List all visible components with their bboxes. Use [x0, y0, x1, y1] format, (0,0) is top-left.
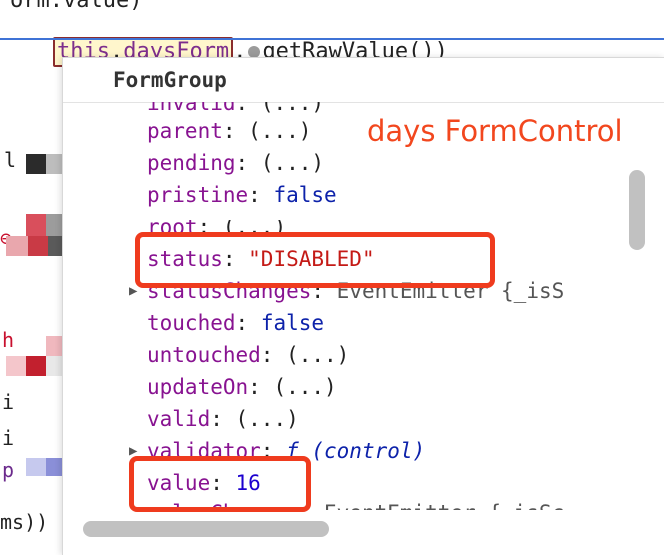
property-value: (...)	[286, 343, 350, 367]
property-row[interactable]: updateOn: (...)	[147, 372, 337, 402]
annotation-label: days FormControl	[367, 114, 623, 148]
property-key: invalid	[147, 91, 236, 115]
property-row[interactable]: parent: (...)	[147, 116, 311, 146]
property-value: (...)	[235, 407, 299, 431]
property-value: (...)	[260, 151, 325, 175]
property-row[interactable]: valid: (...)	[147, 404, 299, 434]
horizontal-scrollbar[interactable]	[83, 521, 329, 537]
property-key: parent	[147, 119, 223, 143]
code-fragment: p	[2, 458, 15, 482]
value-highlight-box	[129, 456, 311, 512]
property-value: false	[260, 311, 325, 335]
property-key: valid	[147, 407, 211, 431]
pixelated-block	[6, 356, 26, 376]
code-fragment: l	[4, 148, 17, 172]
pixelated-block	[26, 356, 46, 376]
code-fragment: ms))	[0, 510, 49, 534]
property-row[interactable]: pending: (...)	[147, 148, 324, 178]
object-inspector-popup[interactable]: FormGroup invalid: (...) parent: (...) p…	[62, 57, 664, 555]
property-key: pending	[147, 151, 236, 175]
pixelated-block	[28, 236, 48, 256]
pixelated-block	[26, 458, 46, 476]
property-row[interactable]: pristine: false	[147, 180, 337, 210]
property-row[interactable]: untouched: (...)	[147, 340, 349, 370]
property-value: EventEmitter {_isSc	[324, 501, 565, 525]
property-key: pristine	[147, 183, 249, 207]
pixelated-block	[6, 236, 28, 256]
code-fragment: i	[2, 390, 15, 414]
property-value: (...)	[248, 119, 312, 143]
property-value: false	[273, 183, 337, 207]
property-key: untouched	[147, 343, 261, 367]
pixelated-block	[26, 214, 46, 236]
code-fragment: i	[2, 426, 15, 450]
property-key: updateOn	[147, 375, 249, 399]
pixelated-block	[26, 154, 46, 174]
property-key: touched	[147, 311, 236, 335]
property-row[interactable]: touched: false	[147, 308, 324, 338]
status-highlight-box	[135, 232, 495, 288]
property-value: (...)	[260, 91, 325, 115]
property-value: (...)	[273, 375, 337, 399]
property-row[interactable]: invalid: (...)	[147, 91, 325, 118]
code-fragment: h	[2, 328, 15, 352]
current-line-underline	[0, 38, 664, 40]
vertical-scrollbar[interactable]	[629, 170, 645, 250]
